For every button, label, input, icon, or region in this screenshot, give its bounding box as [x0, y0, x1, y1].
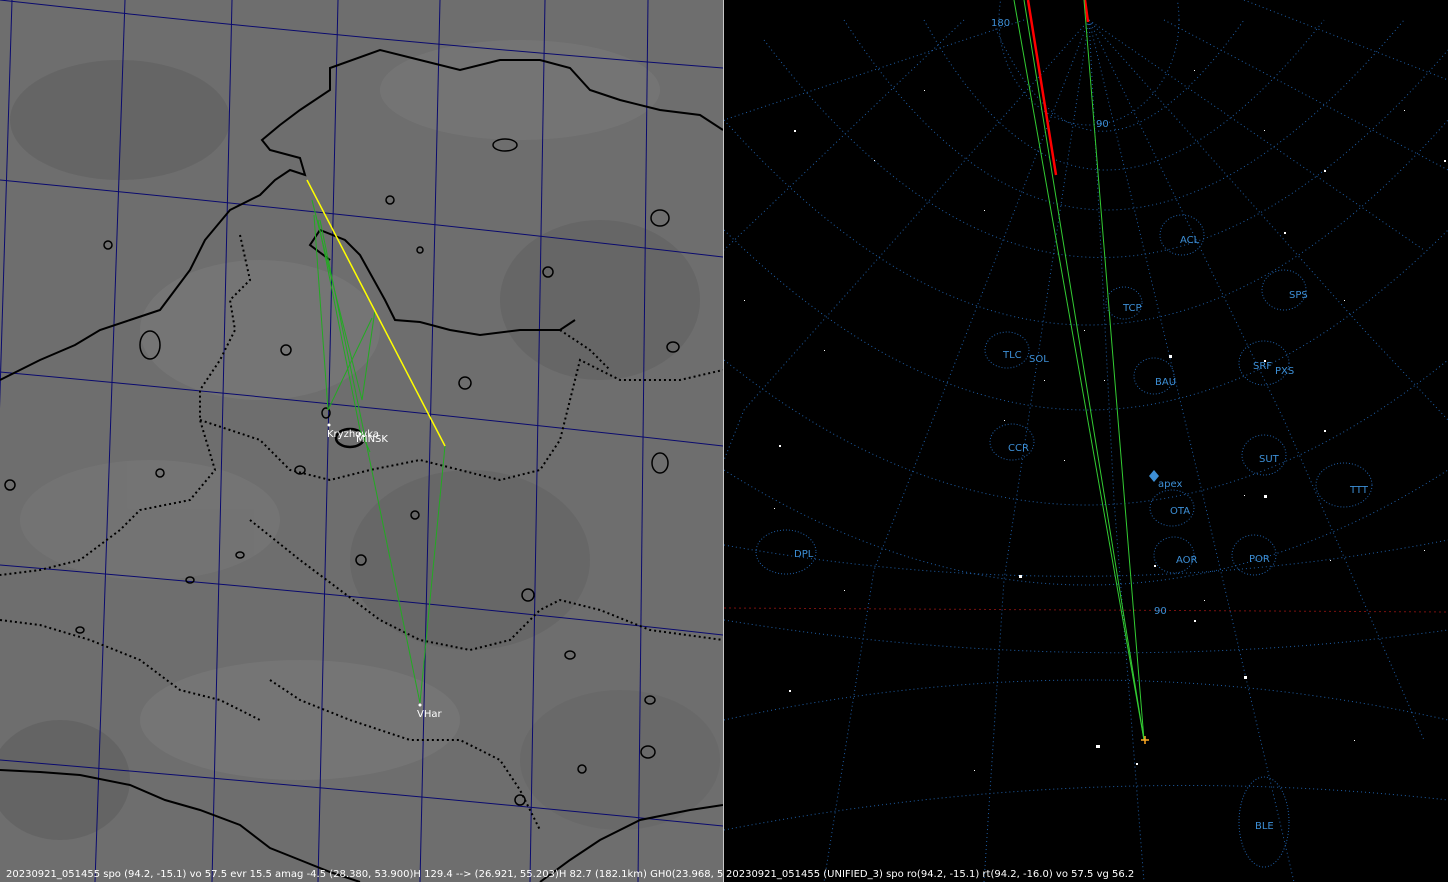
sky-grid — [724, 0, 1448, 882]
grid-label-90-bottom: 90 — [1154, 606, 1167, 617]
station-vhar-marker[interactable] — [418, 703, 422, 707]
shower-ttt[interactable]: TTT — [1349, 485, 1369, 496]
shower-sps[interactable]: SPS — [1289, 290, 1308, 301]
apex-label[interactable]: apex — [1158, 479, 1182, 490]
shower-por[interactable]: POR — [1249, 554, 1270, 565]
shower-labels: ACL SPS TCP TLC SOL BAU SRF PXS CCR SUT … — [794, 235, 1369, 832]
shower-radiants — [755, 214, 1373, 868]
shower-acl[interactable]: ACL — [1180, 235, 1200, 246]
horizon-line — [724, 607, 1448, 613]
shower-aor[interactable]: AOR — [1176, 555, 1198, 566]
shower-dpl[interactable]: DPL — [794, 549, 814, 560]
sight-line-vhar — [319, 219, 421, 704]
app-window: Kryzhovka MINSK VHar 20230921_051455 spo… — [0, 0, 1448, 882]
red-track-1 — [1026, 0, 1058, 176]
shower-tcp[interactable]: TCP — [1122, 303, 1142, 314]
sky-canvas[interactable]: 180 90 90 ACL SPS TCP TLC SOL BAU SRF PX… — [724, 0, 1448, 882]
meteor-paths — [1013, 0, 1145, 741]
shower-ble[interactable]: BLE — [1255, 821, 1274, 832]
station-vhar-label: VHar — [417, 709, 442, 720]
shower-srf[interactable]: SRF — [1253, 361, 1272, 372]
grid-label-180: 180 — [991, 18, 1010, 29]
shower-tlc[interactable]: TLC — [1002, 350, 1022, 361]
sky-status-bar: 20230921_051455 (UNIFIED_3) spo ro(94.2,… — [726, 869, 1135, 880]
shower-sol[interactable]: SOL — [1029, 354, 1049, 365]
radiant-marker[interactable] — [1141, 736, 1149, 744]
station-minsk-label: MINSK — [356, 434, 388, 445]
grid-label-90-top: 90 — [1096, 119, 1109, 130]
map-panel[interactable]: Kryzhovka MINSK VHar 20230921_051455 spo… — [0, 0, 723, 882]
map-status-bar: 20230921_051455 spo (94.2, -15.1) vo 57.… — [6, 869, 723, 880]
shower-ccr[interactable]: CCR — [1008, 443, 1029, 454]
green-path-1 — [1013, 0, 1145, 741]
shower-sut[interactable]: SUT — [1259, 454, 1280, 465]
shower-pxs[interactable]: PXS — [1275, 366, 1294, 377]
shower-ota[interactable]: OTA — [1170, 506, 1190, 517]
sky-panel[interactable]: 180 90 90 ACL SPS TCP TLC SOL BAU SRF PX… — [724, 0, 1448, 882]
shower-bau[interactable]: BAU — [1155, 377, 1176, 388]
map-canvas[interactable]: Kryzhovka MINSK VHar — [0, 0, 723, 882]
green-path-3 — [1083, 0, 1145, 741]
station-kryzhovka-marker[interactable] — [327, 423, 331, 427]
green-path-2 — [1023, 0, 1145, 741]
star-field — [744, 70, 1446, 771]
